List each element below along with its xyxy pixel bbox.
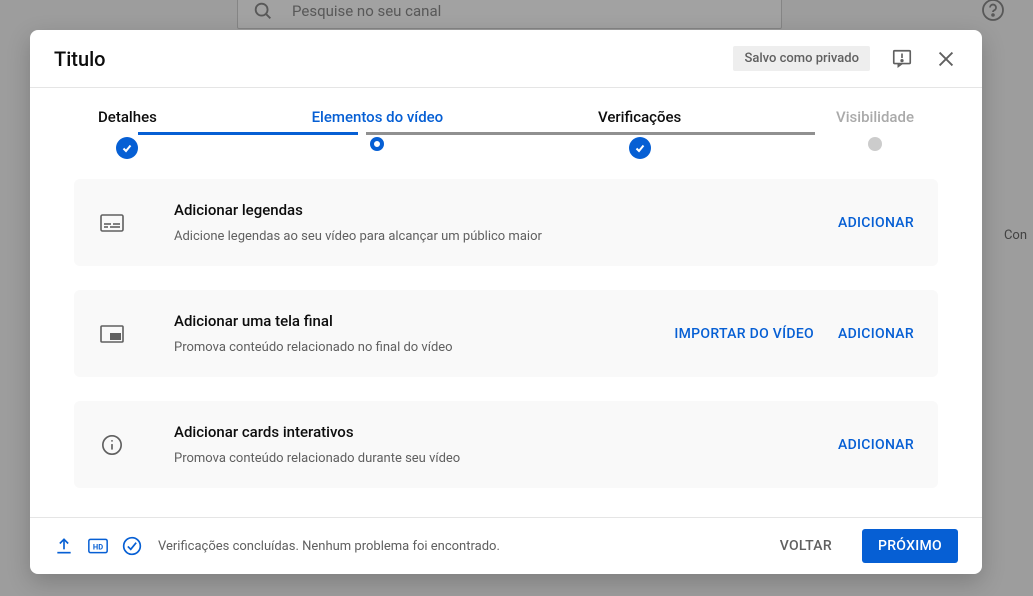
card-content: Adicionar uma tela final Promova conteúd…	[174, 312, 674, 355]
step-details[interactable]: Detalhes	[98, 108, 157, 159]
info-icon	[98, 434, 126, 456]
modal-header: Titulo Salvo como privado	[30, 30, 982, 88]
svg-text:HD: HD	[93, 542, 103, 551]
add-endscreen-button[interactable]: ADICIONAR	[838, 326, 914, 342]
import-from-video-button[interactable]: IMPORTAR DO VÍDEO	[674, 326, 814, 342]
card-actions: IMPORTAR DO VÍDEO ADICIONAR	[674, 326, 914, 342]
upload-modal: Titulo Salvo como privado Detalhes Eleme…	[30, 30, 982, 574]
card-desc: Promova conteúdo relacionado no final do…	[174, 340, 674, 355]
card-title: Adicionar legendas	[174, 201, 838, 219]
check-icon	[121, 142, 133, 154]
card-desc: Promova conteúdo relacionado durante seu…	[174, 451, 838, 466]
step-checks[interactable]: Verificações	[598, 108, 681, 159]
footer-actions: VOLTAR PRÓXIMO	[766, 529, 958, 563]
feedback-icon	[891, 48, 913, 70]
card-content: Adicionar cards interativos Promova cont…	[174, 423, 838, 466]
card-title: Adicionar uma tela final	[174, 312, 674, 330]
card-subtitles: Adicionar legendas Adicione legendas ao …	[74, 179, 938, 266]
check-circle-icon[interactable]	[122, 536, 142, 556]
footer-status-group: HD Verificações concluídas. Nenhum probl…	[54, 536, 500, 556]
add-cards-button[interactable]: ADICIONAR	[838, 437, 914, 453]
step-label: Elementos do vídeo	[312, 108, 444, 126]
card-content: Adicionar legendas Adicione legendas ao …	[174, 201, 838, 244]
modal-title: Titulo	[54, 47, 106, 71]
step-label: Visibilidade	[836, 108, 914, 126]
footer-status-text: Verificações concluídas. Nenhum problema…	[158, 539, 500, 554]
back-button[interactable]: VOLTAR	[766, 529, 846, 563]
next-button[interactable]: PRÓXIMO	[862, 529, 958, 563]
step-label: Verificações	[598, 108, 681, 126]
card-endscreen: Adicionar uma tela final Promova conteúd…	[74, 290, 938, 377]
card-actions: ADICIONAR	[838, 215, 914, 231]
save-status-badge: Salvo como privado	[733, 46, 870, 71]
close-icon	[935, 48, 957, 70]
modal-body: Adicionar legendas Adicione legendas ao …	[30, 167, 982, 517]
hd-icon[interactable]: HD	[88, 536, 108, 556]
feedback-button[interactable]	[890, 47, 914, 71]
step-dot-disabled	[868, 137, 882, 151]
check-icon	[634, 142, 646, 154]
close-button[interactable]	[934, 47, 958, 71]
step-label: Detalhes	[98, 108, 157, 126]
subtitles-icon	[98, 214, 126, 232]
step-dot-done	[116, 137, 138, 159]
step-dot-done	[629, 137, 651, 159]
step-visibility[interactable]: Visibilidade	[836, 108, 914, 159]
card-cards: Adicionar cards interativos Promova cont…	[74, 401, 938, 488]
card-title: Adicionar cards interativos	[174, 423, 838, 441]
step-dot-current	[370, 137, 384, 151]
step-video-elements[interactable]: Elementos do vídeo	[312, 108, 444, 159]
add-subtitles-button[interactable]: ADICIONAR	[838, 215, 914, 231]
endscreen-icon	[98, 325, 126, 343]
modal-header-actions: Salvo como privado	[733, 46, 958, 71]
upload-icon[interactable]	[54, 536, 74, 556]
modal-footer: HD Verificações concluídas. Nenhum probl…	[30, 517, 982, 574]
card-desc: Adicione legendas ao seu vídeo para alca…	[174, 229, 838, 244]
card-actions: ADICIONAR	[838, 437, 914, 453]
stepper: Detalhes Elementos do vídeo Verificações…	[30, 88, 982, 167]
